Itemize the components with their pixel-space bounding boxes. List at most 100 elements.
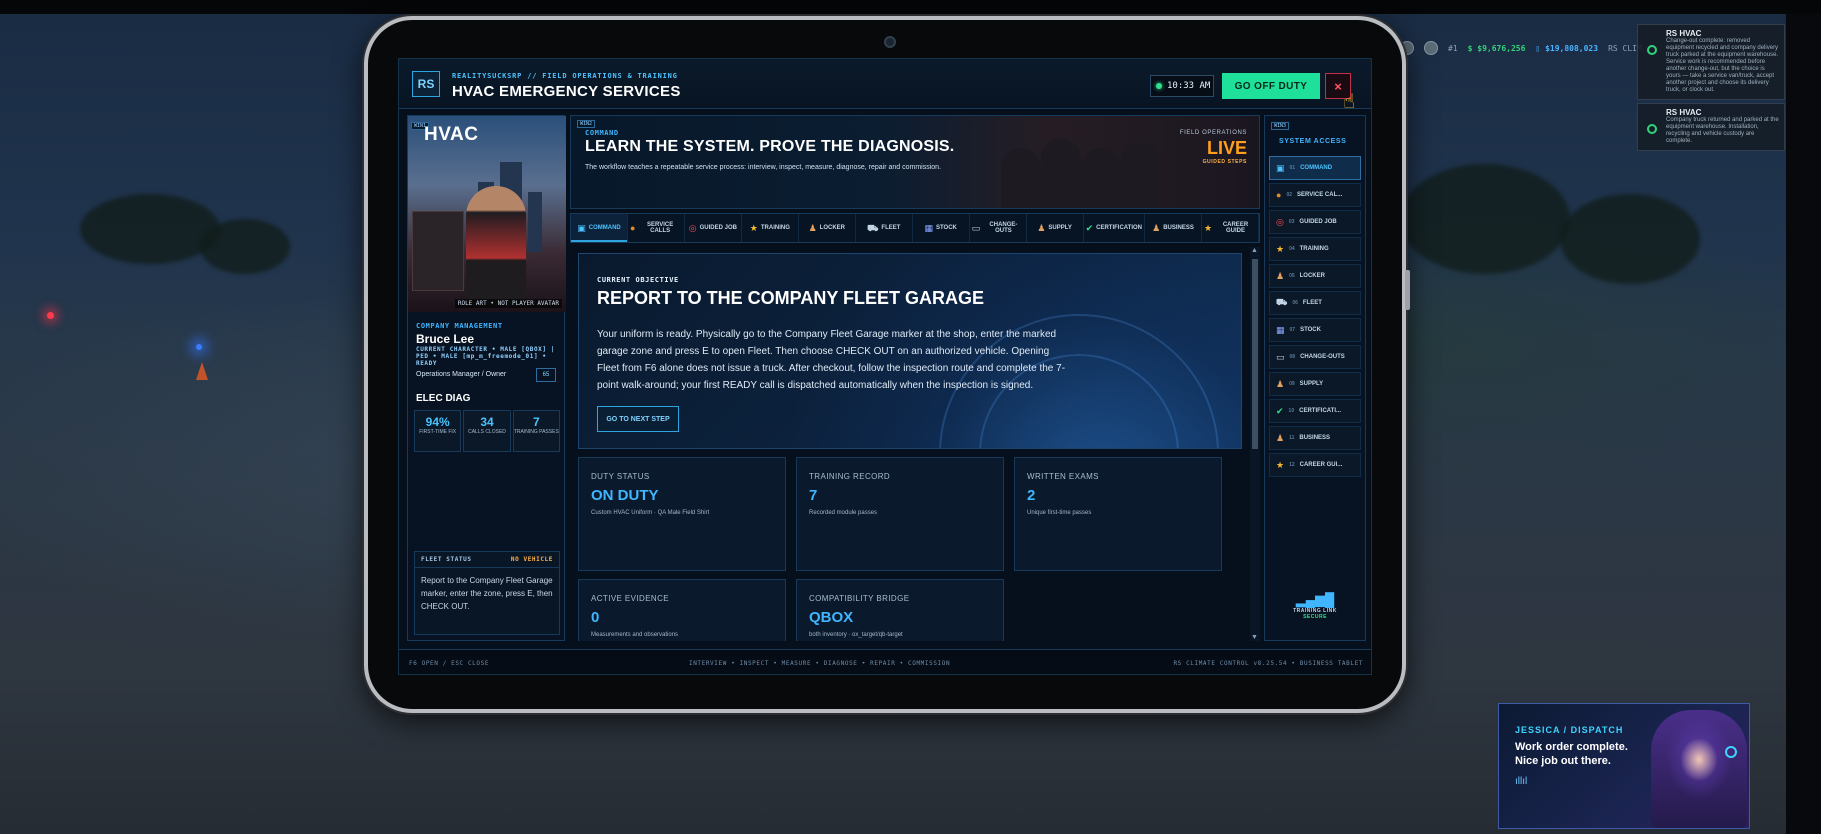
sidebar-item-training[interactable]: ★ 04 TRAINING	[1269, 237, 1361, 261]
blue-light	[196, 344, 202, 350]
sidebar-item-fleet[interactable]: ⛟ 06 FLEET	[1269, 291, 1361, 315]
tab-career-guide[interactable]: ★ CAREER GUIDE	[1202, 214, 1259, 242]
tab-label: STOCK	[936, 225, 957, 231]
hvac-logo: HVAC	[424, 124, 479, 145]
tab-fleet[interactable]: ⛟ FLEET	[856, 214, 913, 242]
crowd-figure	[1041, 138, 1081, 208]
fleet-status-text: Report to the Company Fleet Garage marke…	[421, 576, 553, 611]
item-label: FLEET	[1302, 300, 1322, 306]
sidebar-item-guided-job[interactable]: ◎ 03 GUIDED JOB	[1269, 210, 1361, 234]
stock-icon: ▦	[1276, 324, 1285, 335]
camera-icon	[884, 36, 896, 48]
sidebar-item-command[interactable]: ▣ 01 COMMAND	[1269, 156, 1361, 180]
go-off-duty-button[interactable]: GO OFF DUTY	[1222, 73, 1320, 99]
tab-bar: ▣ COMMAND ● SERVICE CALLS ◎ GUIDED JOB ★ TRA…	[570, 213, 1260, 243]
tablet-side-button	[1405, 270, 1410, 310]
user-name: Bruce Lee	[416, 332, 475, 346]
technician-figure	[466, 186, 526, 306]
app-subtitle: REALITYSUCKSRP // FIELD OPERATIONS & TRA…	[452, 72, 678, 80]
stat-label: FIRST-TIME FIX	[419, 429, 457, 435]
tab-label: BUSINESS	[1163, 225, 1194, 231]
sidebar-item-locker[interactable]: ♟ 05 LOCKER	[1269, 264, 1361, 288]
sidebar-item-business[interactable]: ♟ 11 BUSINESS	[1269, 426, 1361, 450]
tab-training[interactable]: ★ TRAINING	[742, 214, 799, 242]
tab-service-calls[interactable]: ● SERVICE CALLS	[628, 214, 685, 242]
card-label: TRAINING RECORD	[809, 472, 891, 481]
service-calls-icon: ●	[1276, 190, 1282, 200]
stat-value: 94%	[425, 415, 450, 429]
hero-headline: LEARN THE SYSTEM. PROVE THE DIAGNOSIS.	[585, 138, 955, 155]
live-indicator: LIVE	[1206, 138, 1247, 158]
right-black-strip	[1786, 14, 1821, 834]
scroll-up-icon[interactable]: ▲	[1251, 247, 1258, 254]
bank-amount: ▯ $19,808,023	[1535, 43, 1599, 53]
objective-kicker: CURRENT OBJECTIVE	[597, 276, 679, 284]
stat-value: 7	[532, 415, 540, 429]
tab-supply[interactable]: ♟ SUPPLY	[1027, 214, 1084, 242]
card-label: DUTY STATUS	[591, 472, 650, 481]
hero-description: The workflow teaches a repeatable servic…	[585, 164, 942, 171]
scrollbar[interactable]: ▲ ▼	[1250, 247, 1260, 641]
stat-value: 34	[480, 415, 494, 429]
sidebar-item-service-calls[interactable]: ● 02 SERVICE CAL...	[1269, 183, 1361, 207]
sidebar-item-certification[interactable]: ✔ 10 CERTIFICATI...	[1269, 399, 1361, 423]
system-access-title: SYSTEM ACCESS	[1279, 138, 1347, 145]
tab-certification[interactable]: ✔ CERTIFICATION	[1084, 214, 1146, 242]
tab-locker[interactable]: ♟ LOCKER	[799, 214, 856, 242]
tab-label: SUPPLY	[1048, 225, 1072, 231]
clock-time: 10:33 AM	[1167, 81, 1211, 91]
target-icon: ◎	[688, 223, 697, 233]
supply-icon: ♟	[1276, 378, 1285, 389]
item-label: CHANGE-OUTS	[1300, 354, 1345, 360]
tree	[1400, 164, 1570, 274]
star-icon: ★	[1276, 459, 1285, 470]
written-exams-card: WRITTEN EXAMS 2 Unique first-time passes	[1014, 457, 1222, 571]
signal-icon: ▂▄▆█	[1295, 592, 1335, 607]
scrollbar-thumb[interactable]	[1252, 259, 1258, 449]
sidebar-item-career-guide[interactable]: ★ 12 CAREER GUI...	[1269, 453, 1361, 477]
item-label: GUIDED JOB	[1299, 219, 1337, 225]
building	[528, 192, 542, 252]
target-icon: ◎	[1276, 216, 1284, 227]
locker-icon: ♟	[1276, 270, 1285, 281]
tab-guided-job[interactable]: ◎ GUIDED JOB	[685, 214, 742, 242]
window-tag: WIN3	[1271, 122, 1290, 130]
fleet-status-value: NO VEHICLE	[510, 556, 553, 563]
notification-stack: RS HVAC Change-out complete: removed equ…	[1637, 24, 1785, 154]
tab-stock[interactable]: ▦ STOCK	[913, 214, 970, 242]
scroll-down-icon[interactable]: ▼	[1251, 634, 1258, 641]
tab-label: FLEET	[881, 225, 901, 231]
dispatcher-portrait	[1651, 710, 1747, 828]
item-number: 10	[1288, 408, 1295, 414]
hero-section: COMMAND	[585, 129, 619, 137]
card-value: QBOX	[809, 609, 854, 626]
next-step-button[interactable]: GO TO NEXT STEP	[597, 406, 679, 432]
tab-business[interactable]: ♟ BUSINESS	[1145, 214, 1202, 242]
compatibility-bridge-card: COMPATIBILITY BRIDGE QBOX both inventory…	[796, 579, 1004, 641]
dispatch-text: Work order complete. Nice job out there.	[1515, 741, 1628, 767]
system-access-panel: WIN3 SYSTEM ACCESS ▣ 01 COMMAND ● 02 SERVICE…	[1264, 115, 1366, 641]
item-number: 02	[1286, 192, 1292, 198]
sidebar-item-supply[interactable]: ♟ 09 SUPPLY	[1269, 372, 1361, 396]
art-caption: ROLE ART • NOT PLAYER AVATAR	[454, 299, 562, 308]
notification-title: RS HVAC	[1666, 108, 1702, 117]
audio-wave-icon: ıllıl	[1515, 776, 1528, 787]
item-number: 01	[1289, 165, 1296, 171]
command-hero: WIN2 COMMAND LEARN THE SYSTEM. PROVE THE…	[570, 115, 1260, 209]
tab-label: CHANGE-OUTS	[989, 222, 1018, 234]
tab-command[interactable]: ▣ COMMAND	[571, 214, 628, 242]
tab-change-outs[interactable]: ▭ CHANGE-OUTS	[970, 214, 1027, 242]
headset-icon	[1725, 746, 1737, 758]
card-subtext: Custom HVAC Uniform · QA Male Field Shir…	[591, 510, 710, 516]
command-icon: ▣	[577, 223, 586, 233]
crowd-figure	[1121, 142, 1161, 208]
tab-label: LOCKER	[819, 225, 845, 231]
card-label: COMPATIBILITY BRIDGE	[809, 594, 910, 603]
active-evidence-card: ACTIVE EVIDENCE 0 Measurements and obser…	[578, 579, 786, 641]
sidebar-item-stock[interactable]: ▦ 07 STOCK	[1269, 318, 1361, 342]
content-scroll-area[interactable]: CURRENT OBJECTIVE REPORT TO THE COMPANY …	[570, 247, 1260, 641]
tablet-frame: RS REALITYSUCKSRP // FIELD OPERATIONS & …	[364, 16, 1410, 713]
item-number: 12	[1289, 462, 1295, 468]
check-icon: ✔	[1276, 405, 1284, 416]
sidebar-item-change-outs[interactable]: ▭ 08 CHANGE-OUTS	[1269, 345, 1361, 369]
